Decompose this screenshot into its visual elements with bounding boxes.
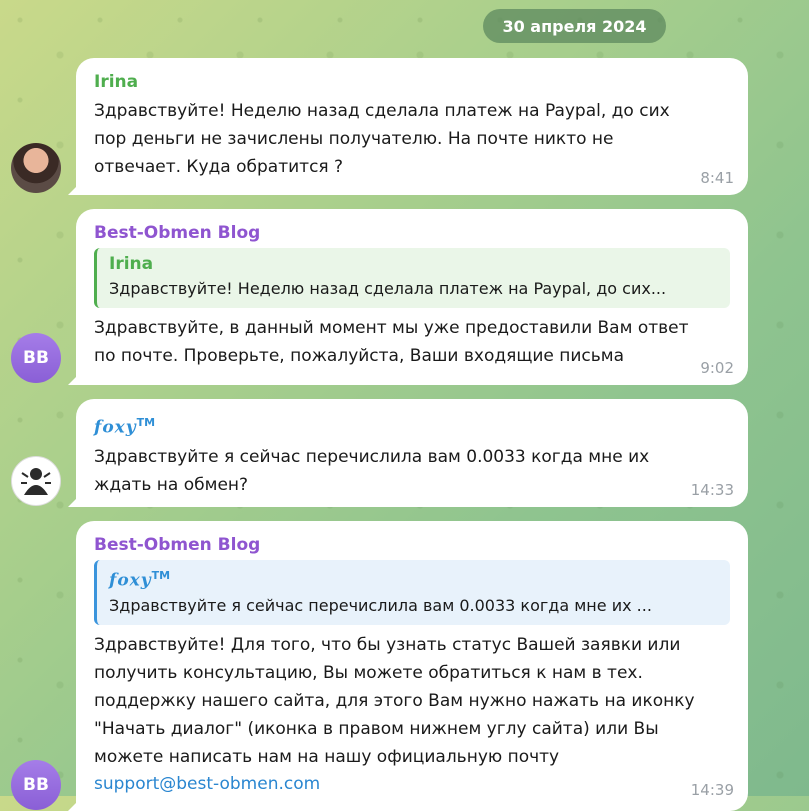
message-text: Здравствуйте, в данный момент мы уже пре…: [94, 318, 689, 366]
date-separator: 30 апреля 2024: [483, 9, 666, 43]
reply-quote[interactable]: foxyTM Здравствуйте я сейчас перечислила…: [94, 560, 730, 625]
message-bubble-2[interactable]: Best-Obmen Blog Irina Здравствуйте! Неде…: [76, 209, 748, 385]
avatar-best-obmen[interactable]: BB: [11, 760, 61, 810]
reply-sender-name: foxy: [109, 570, 152, 591]
reply-sender: Irina: [109, 254, 154, 274]
message-sender[interactable]: Irina: [94, 71, 730, 93]
email-link[interactable]: support@best-obmen.com: [94, 771, 730, 797]
avatar-foxy[interactable]: [11, 456, 61, 506]
reply-text: Здравствуйте я сейчас перечислила вам 0.…: [109, 595, 652, 615]
avatar-best-obmen[interactable]: BB: [11, 333, 61, 383]
sender-mark: TM: [136, 416, 156, 429]
avatar-irina[interactable]: [11, 143, 61, 193]
reply-text: Здравствуйте! Неделю назад сделала плате…: [109, 279, 667, 298]
sender-name: foxy: [94, 417, 137, 438]
foxy-avatar-icon: [21, 468, 51, 495]
message-bubble-1[interactable]: Irina Здравствуйте! Неделю назад сделала…: [76, 58, 748, 195]
message-time: 8:41: [700, 169, 734, 187]
reply-sender-mark: TM: [151, 569, 171, 582]
message-text: Здравствуйте я сейчас перечислила вам 0.…: [94, 446, 650, 495]
reply-sender: foxyTM: [109, 564, 718, 593]
reply-quote[interactable]: Irina Здравствуйте! Неделю назад сделала…: [94, 248, 730, 308]
message-text: Здравствуйте! Неделю назад сделала плате…: [94, 101, 670, 177]
message-bubble-3[interactable]: foxyTM Здравствуйте я сейчас перечислила…: [76, 399, 748, 507]
message-sender[interactable]: Best-Obmen Blog: [94, 534, 730, 556]
message-bubble-4[interactable]: Best-Obmen Blog foxyTM Здравствуйте я се…: [76, 521, 748, 811]
message-sender[interactable]: foxyTM: [94, 412, 730, 439]
message-text: Здравствуйте! Для того, что бы узнать ст…: [94, 634, 695, 767]
message-sender[interactable]: Best-Obmen Blog: [94, 222, 730, 244]
message-time: 9:02: [700, 359, 734, 377]
message-time: 14:33: [690, 481, 734, 499]
message-time: 14:39: [690, 781, 734, 799]
